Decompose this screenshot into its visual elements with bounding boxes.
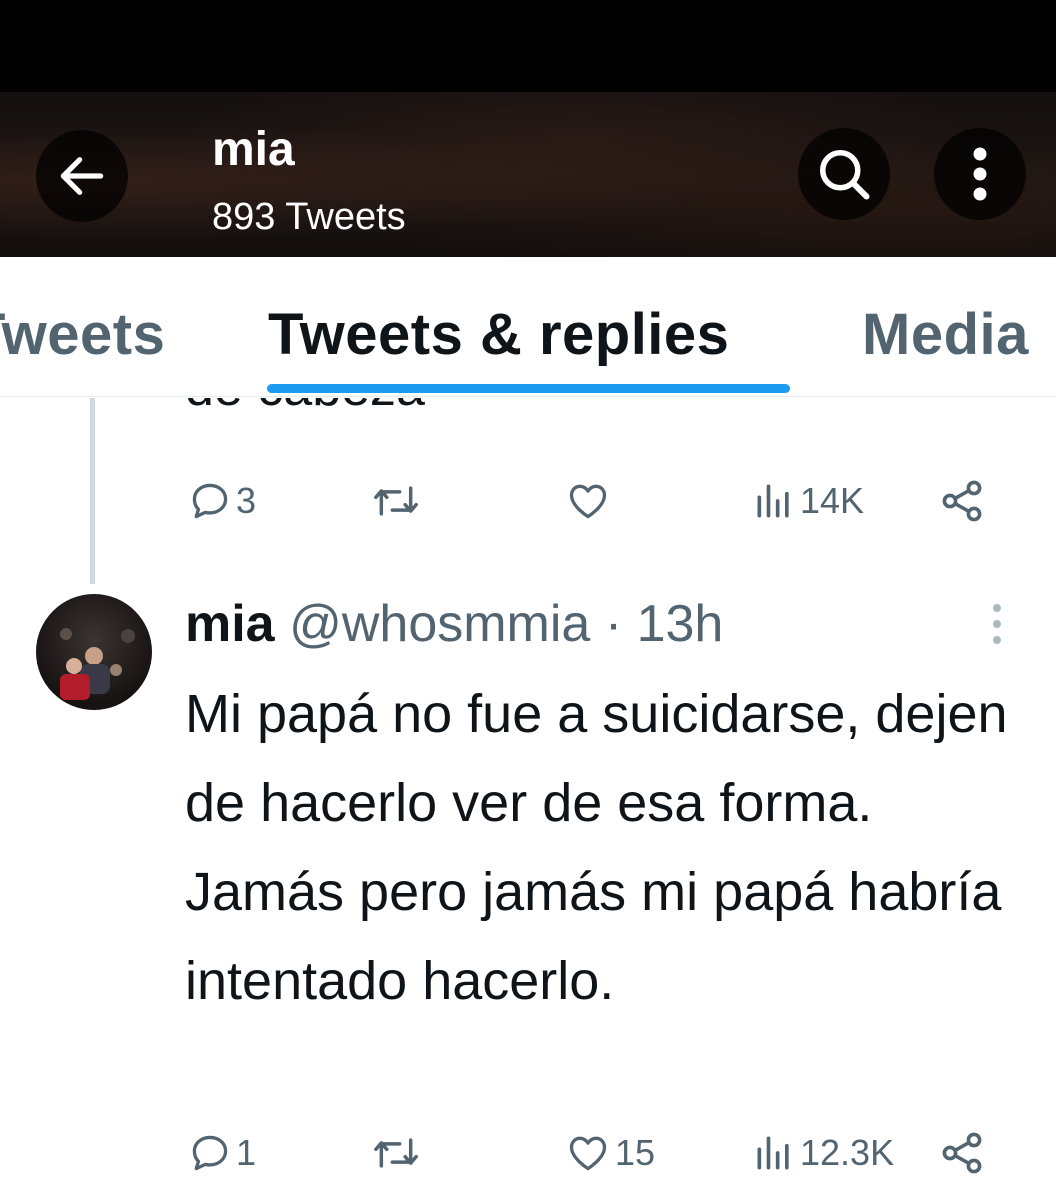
tab-tweets-and-replies[interactable]: Tweets & replies xyxy=(268,301,729,368)
dot xyxy=(993,620,1001,628)
tab-tweets[interactable]: Tweets xyxy=(0,301,165,368)
active-tab-indicator xyxy=(267,384,790,393)
views-button[interactable]: 12.3K xyxy=(752,1128,894,1178)
views-count: 12.3K xyxy=(800,1132,895,1173)
more-vertical-icon xyxy=(973,147,987,201)
status-bar xyxy=(0,0,1056,92)
views-icon xyxy=(757,484,789,518)
retweet-icon xyxy=(374,486,418,516)
like-icon xyxy=(569,1136,607,1171)
reply-icon xyxy=(192,1135,228,1171)
views-button[interactable]: 14K xyxy=(752,476,864,526)
like-count: 15 xyxy=(615,1132,656,1173)
views-count: 14K xyxy=(800,480,865,521)
tweet-time[interactable]: 13h xyxy=(637,595,724,653)
back-arrow-icon xyxy=(60,157,104,195)
dot xyxy=(993,636,1001,644)
retweet-button[interactable] xyxy=(370,476,426,526)
tweet-count: 893 Tweets xyxy=(212,196,406,238)
reply-button[interactable]: 3 xyxy=(188,476,256,526)
tweet-author-name[interactable]: mia xyxy=(185,595,275,653)
like-icon xyxy=(569,484,607,519)
tab-media[interactable]: Media xyxy=(862,301,1029,368)
back-button[interactable] xyxy=(36,130,128,222)
reply-button[interactable]: 1 xyxy=(188,1128,256,1178)
like-button[interactable] xyxy=(565,476,615,526)
avatar[interactable] xyxy=(36,594,152,710)
tweet-actions: 1 15 12.3K xyxy=(0,1128,1056,1178)
retweet-button[interactable] xyxy=(370,1128,426,1178)
tweet-more-button[interactable] xyxy=(982,604,1012,644)
share-icon xyxy=(942,480,982,522)
meta-separator: · xyxy=(604,595,623,653)
previous-tweet-text: de cabeza xyxy=(185,398,425,418)
like-button[interactable]: 15 xyxy=(565,1128,655,1178)
search-icon xyxy=(820,150,870,200)
previous-tweet-actions: 3 14K xyxy=(0,476,1056,526)
tweet-author-handle[interactable]: @whosmmia xyxy=(289,595,590,653)
share-button[interactable] xyxy=(938,476,986,526)
tweet-header: mia @whosmmia · 13h xyxy=(185,594,723,654)
search-button[interactable] xyxy=(798,128,890,220)
reply-icon xyxy=(192,483,228,519)
more-options-button[interactable] xyxy=(934,128,1026,220)
retweet-icon xyxy=(374,1138,418,1168)
profile-tabs: Tweets Tweets & replies Media xyxy=(0,257,1056,397)
reply-count: 1 xyxy=(236,1132,257,1173)
dot xyxy=(993,604,1001,612)
share-button[interactable] xyxy=(938,1128,986,1178)
share-icon xyxy=(942,1132,982,1174)
timeline[interactable]: de cabeza 3 14K xyxy=(0,398,1056,1200)
views-icon xyxy=(757,1136,789,1170)
reply-count: 3 xyxy=(236,480,257,521)
tweet-text: Mi papá no fue a suicidarse, dejen de ha… xyxy=(185,684,1008,1011)
avatar-photo xyxy=(60,628,135,700)
profile-header: mia 893 Tweets xyxy=(0,92,1056,257)
profile-name: mia xyxy=(212,123,295,176)
